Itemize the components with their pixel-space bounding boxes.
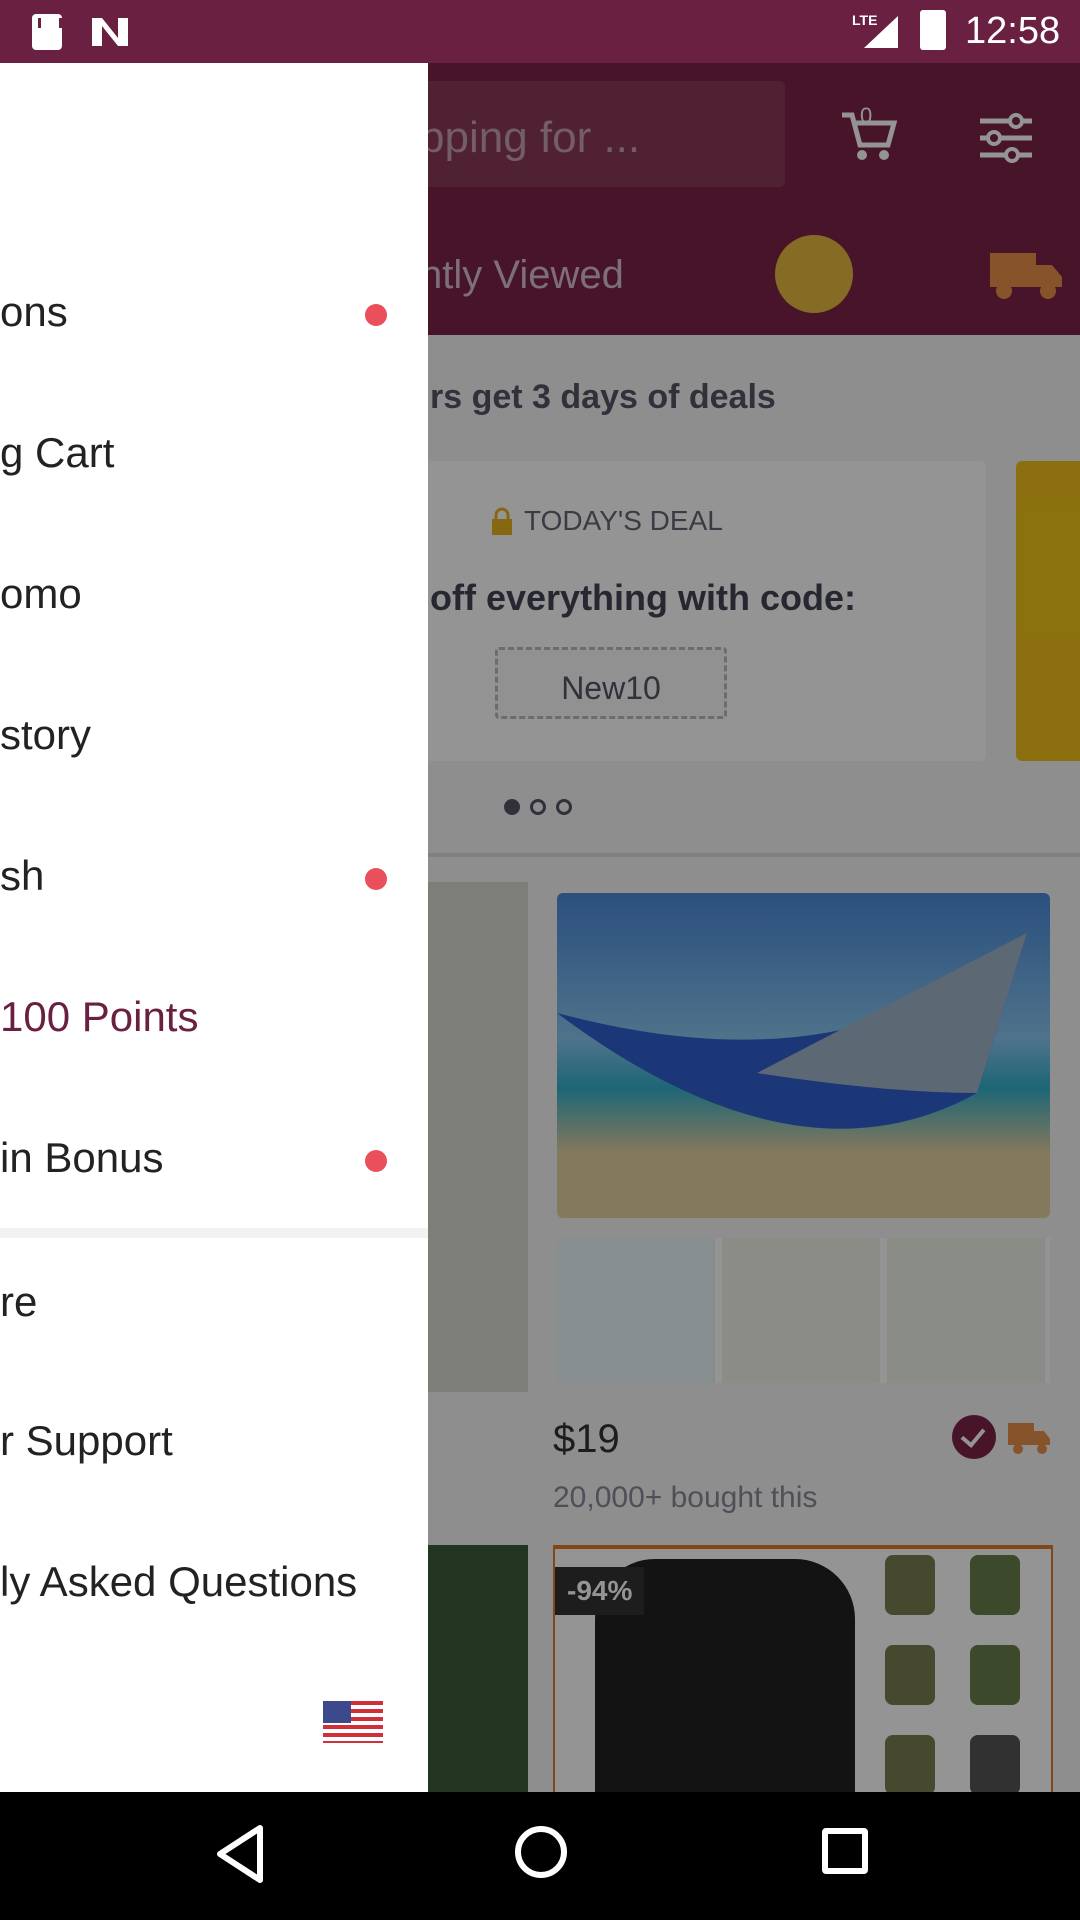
drawer-item-promo[interactable]: omo bbox=[0, 570, 428, 710]
system-nav-bar bbox=[0, 1792, 1080, 1920]
back-icon[interactable] bbox=[210, 1822, 270, 1886]
us-flag-icon[interactable] bbox=[323, 1701, 383, 1743]
drawer-item-login-bonus[interactable]: in Bonus bbox=[0, 1134, 428, 1274]
drawer-item-label: re bbox=[0, 1278, 38, 1325]
drawer-item-label: r Support bbox=[0, 1417, 173, 1464]
notification-dot bbox=[365, 304, 387, 326]
drawer-item-notifications[interactable]: ons bbox=[0, 288, 428, 428]
drawer-item-label: in Bonus bbox=[0, 1134, 164, 1181]
signal-icon bbox=[864, 16, 898, 48]
notification-n-icon bbox=[92, 18, 128, 46]
drawer-item-points[interactable]: 100 Points bbox=[0, 993, 428, 1133]
drawer-item-shopping-cart[interactable]: g Cart bbox=[0, 429, 428, 569]
drawer-item-share[interactable]: re bbox=[0, 1278, 428, 1418]
drawer-item-label: g Cart bbox=[0, 429, 115, 476]
clock: 12:58 bbox=[965, 10, 1061, 52]
drawer-item-label: omo bbox=[0, 570, 82, 617]
notification-dot bbox=[365, 868, 387, 890]
drawer-item-label: sh bbox=[0, 852, 45, 899]
sd-card-icon bbox=[32, 14, 62, 50]
drawer-item-faq[interactable]: ly Asked Questions bbox=[0, 1558, 428, 1698]
drawer-divider bbox=[0, 1228, 428, 1238]
notification-dot bbox=[365, 1150, 387, 1172]
navigation-drawer: ons g Cart omo story sh 100 Points in Bo… bbox=[0, 63, 428, 1792]
drawer-item-label: 100 Points bbox=[0, 993, 199, 1040]
drawer-item-label: ly Asked Questions bbox=[0, 1558, 358, 1605]
recent-apps-icon[interactable] bbox=[822, 1828, 868, 1874]
drawer-item-cash[interactable]: sh bbox=[0, 852, 428, 992]
drawer-item-history[interactable]: story bbox=[0, 711, 428, 851]
status-bar: LTE 12:58 bbox=[0, 0, 1080, 63]
drawer-item-label: ons bbox=[0, 288, 68, 335]
battery-icon bbox=[920, 10, 946, 50]
drawer-item-label: story bbox=[0, 711, 92, 758]
drawer-item-customer-support[interactable]: r Support bbox=[0, 1417, 428, 1557]
home-icon[interactable] bbox=[515, 1826, 567, 1878]
